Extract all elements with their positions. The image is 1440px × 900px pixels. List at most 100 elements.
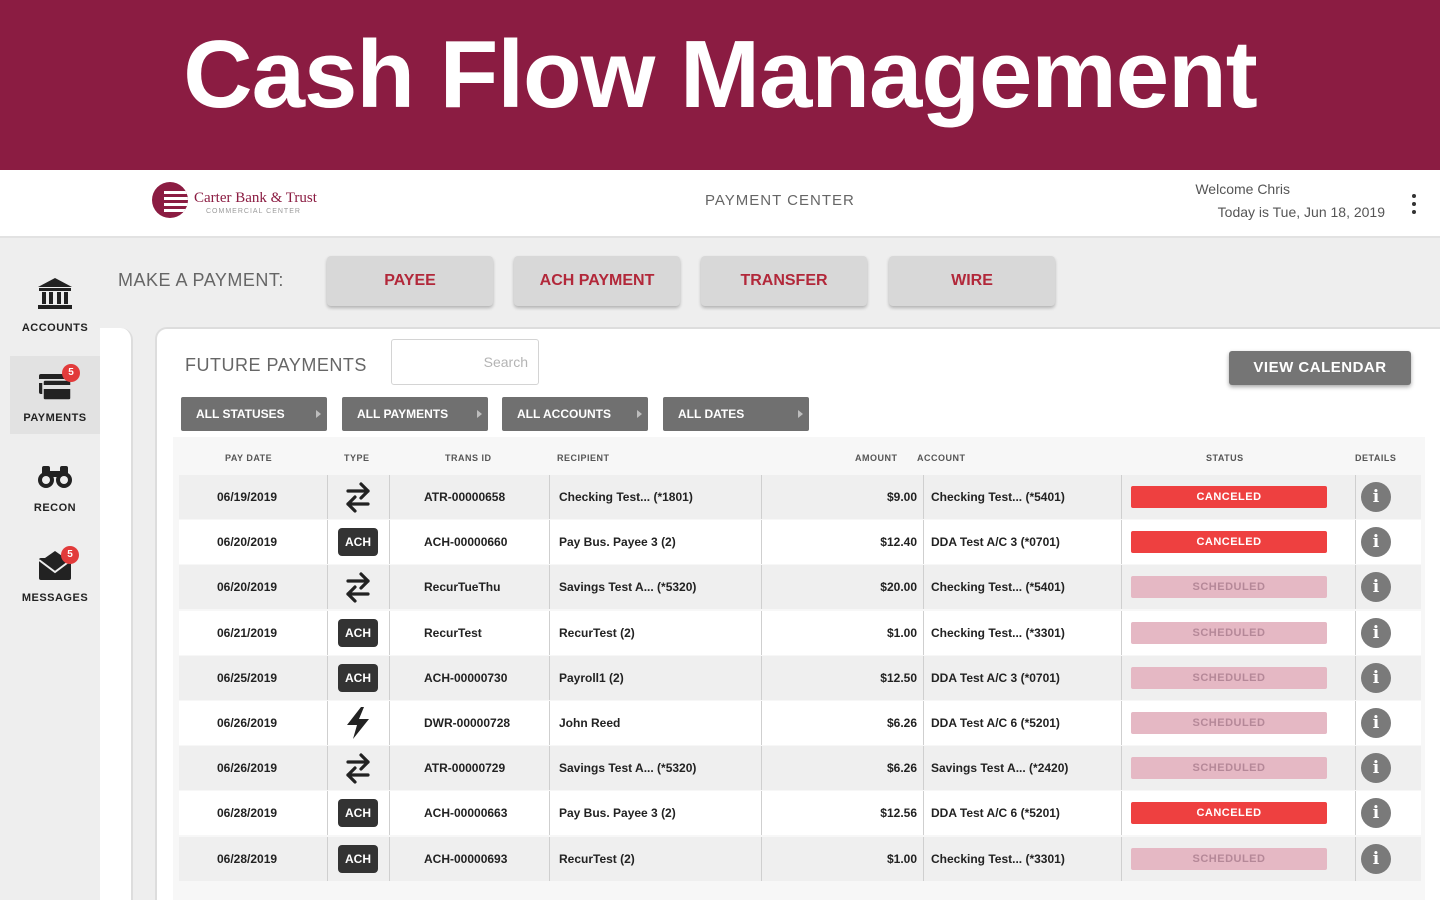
banner-title: Cash Flow Management — [183, 21, 1258, 128]
sidebar-item-accounts[interactable]: ACCOUNTS — [10, 272, 100, 350]
sidebar-item-messages[interactable]: 5 MESSAGES — [10, 540, 100, 618]
column-divider — [389, 475, 390, 519]
filter-dates[interactable]: ALL DATES — [663, 397, 809, 431]
column-divider — [1355, 701, 1356, 745]
amount-cell: $6.26 — [886, 761, 917, 776]
column-divider — [1121, 610, 1122, 655]
info-icon[interactable]: i — [1361, 482, 1391, 512]
amount-cell: $12.56 — [880, 806, 917, 821]
bank-logo-icon — [152, 182, 188, 218]
amount-cell: $1.00 — [886, 851, 917, 866]
info-icon[interactable]: i — [1361, 798, 1391, 829]
column-divider — [549, 836, 550, 881]
sidebar-item-payments[interactable]: 5 PAYMENTS — [10, 356, 100, 434]
bank-logo[interactable]: Carter Bank & Trust COMMERCIAL CENTER — [152, 182, 352, 222]
account-cell: Checking Test... (*3301) — [931, 625, 1065, 640]
table-row[interactable]: 06/26/2019 ATR-00000729 Savings Test A... … — [179, 746, 1421, 791]
account-cell: Checking Test... (*5401) — [931, 580, 1065, 595]
info-icon[interactable]: i — [1361, 572, 1391, 603]
future-payments-panel: FUTURE PAYMENTS VIEW CALENDAR ALL STATUS… — [155, 327, 1440, 900]
account-cell: DDA Test A/C 6 (*5201) — [931, 806, 1060, 821]
column-header-pay-date: PAY DATE — [225, 453, 273, 463]
payments-table: PAY DATE TYPE TRANS ID RECIPIENT AMOUNT … — [173, 437, 1425, 900]
column-divider — [327, 610, 328, 655]
bank-name: Carter Bank & Trust — [194, 190, 317, 206]
column-divider — [327, 655, 328, 700]
column-divider — [761, 746, 762, 791]
wire-button[interactable]: WIRE — [889, 256, 1055, 306]
column-divider — [1121, 565, 1122, 610]
sidebar-item-label: MESSAGES — [21, 592, 89, 604]
messages-badge: 5 — [61, 546, 79, 564]
column-divider — [923, 565, 924, 610]
payee-button[interactable]: PAYEE — [327, 256, 493, 306]
column-divider — [549, 475, 550, 519]
amount-cell: $20.00 — [880, 580, 917, 595]
view-calendar-button[interactable]: VIEW CALENDAR — [1229, 351, 1411, 385]
account-cell: Checking Test... (*5401) — [931, 490, 1065, 504]
info-icon[interactable]: i — [1361, 617, 1391, 648]
column-divider — [549, 655, 550, 700]
status-badge: SCHEDULED — [1131, 757, 1327, 780]
column-divider — [327, 746, 328, 791]
status-badge: CANCELED — [1131, 531, 1327, 554]
column-divider — [1121, 520, 1122, 565]
table-row[interactable]: 06/26/2019 DWR-00000728 John Reed $6.26 DDA … — [179, 701, 1421, 745]
payments-badge: 5 — [62, 364, 80, 382]
table-row[interactable]: 06/28/2019 ACH ACH-00000693 RecurTest (2) $1… — [179, 836, 1421, 881]
filter-payments[interactable]: ALL PAYMENTS — [342, 397, 488, 431]
account-cell: DDA Test A/C 6 (*5201) — [931, 716, 1060, 730]
filter-accounts[interactable]: ALL ACCOUNTS — [502, 397, 648, 431]
status-badge: SCHEDULED — [1131, 621, 1327, 644]
column-divider — [761, 655, 762, 700]
trans-id-cell: RecurTest — [424, 625, 482, 640]
table-row[interactable]: 06/19/2019 ATR-00000658 Checking Test... (… — [179, 475, 1421, 519]
pay-date-cell: 06/26/2019 — [217, 716, 278, 730]
filter-statuses[interactable]: ALL STATUSES — [181, 397, 327, 431]
info-icon[interactable]: i — [1361, 662, 1391, 693]
pay-date-cell: 06/26/2019 — [217, 761, 278, 776]
sidebar-item-recon[interactable]: RECON — [10, 450, 100, 528]
column-header-type: TYPE — [344, 453, 370, 463]
table-row[interactable]: 06/25/2019 ACH ACH-00000730 Payroll1 (2) $12… — [179, 655, 1421, 700]
pay-date-cell: 06/21/2019 — [217, 625, 278, 640]
column-divider — [923, 836, 924, 881]
column-divider — [923, 746, 924, 791]
column-divider — [1355, 746, 1356, 791]
recipient-cell: Savings Test A... (*5320) — [559, 580, 697, 595]
app-header: Carter Bank & Trust COMMERCIAL CENTER PA… — [0, 170, 1440, 238]
ach-icon: ACH — [338, 844, 378, 873]
ach-payment-button[interactable]: ACH PAYMENT — [514, 256, 680, 306]
info-icon[interactable]: i — [1361, 843, 1391, 874]
info-icon[interactable]: i — [1361, 708, 1391, 738]
column-divider — [549, 610, 550, 655]
amount-cell: $12.40 — [880, 535, 917, 550]
table-row[interactable]: 06/28/2019 ACH ACH-00000663 Pay Bus. Payee … — [179, 791, 1421, 836]
column-divider — [1121, 791, 1122, 836]
info-icon[interactable]: i — [1361, 753, 1391, 784]
column-divider — [1355, 610, 1356, 655]
account-cell: DDA Test A/C 3 (*0701) — [931, 670, 1060, 685]
table-row[interactable]: 06/21/2019 ACH RecurTest RecurTest (2) $1.00… — [179, 610, 1421, 655]
status-badge: SCHEDULED — [1131, 847, 1327, 870]
column-header-status: STATUS — [1206, 453, 1244, 463]
column-divider — [327, 520, 328, 565]
column-header-trans-id: TRANS ID — [445, 453, 492, 463]
table-row[interactable]: 06/20/2019 ACH ACH-00000660 Pay Bus. Payee … — [179, 520, 1421, 565]
pay-date-cell: 06/25/2019 — [217, 670, 278, 685]
table-row[interactable]: 06/20/2019 RecurTueThu Savings Test A... (… — [179, 565, 1421, 610]
main-area: ACCOUNTS 5 PAYMENTS RECON 5 MESSAGES MAK… — [0, 238, 1440, 900]
amount-cell: $9.00 — [886, 490, 917, 504]
more-menu-icon[interactable] — [1406, 192, 1422, 216]
column-header-details: DETAILS — [1355, 453, 1397, 463]
info-icon[interactable]: i — [1361, 527, 1391, 558]
column-divider — [389, 610, 390, 655]
account-cell: Savings Test A... (*2420) — [931, 761, 1069, 776]
sidebar-divider — [97, 328, 133, 900]
today-date: Today is Tue, Jun 18, 2019 — [1217, 204, 1385, 220]
ach-icon: ACH — [338, 663, 378, 692]
column-header-recipient: RECIPIENT — [557, 453, 610, 463]
transfer-button[interactable]: TRANSFER — [701, 256, 867, 306]
column-divider — [327, 565, 328, 610]
search-input[interactable] — [391, 339, 539, 385]
